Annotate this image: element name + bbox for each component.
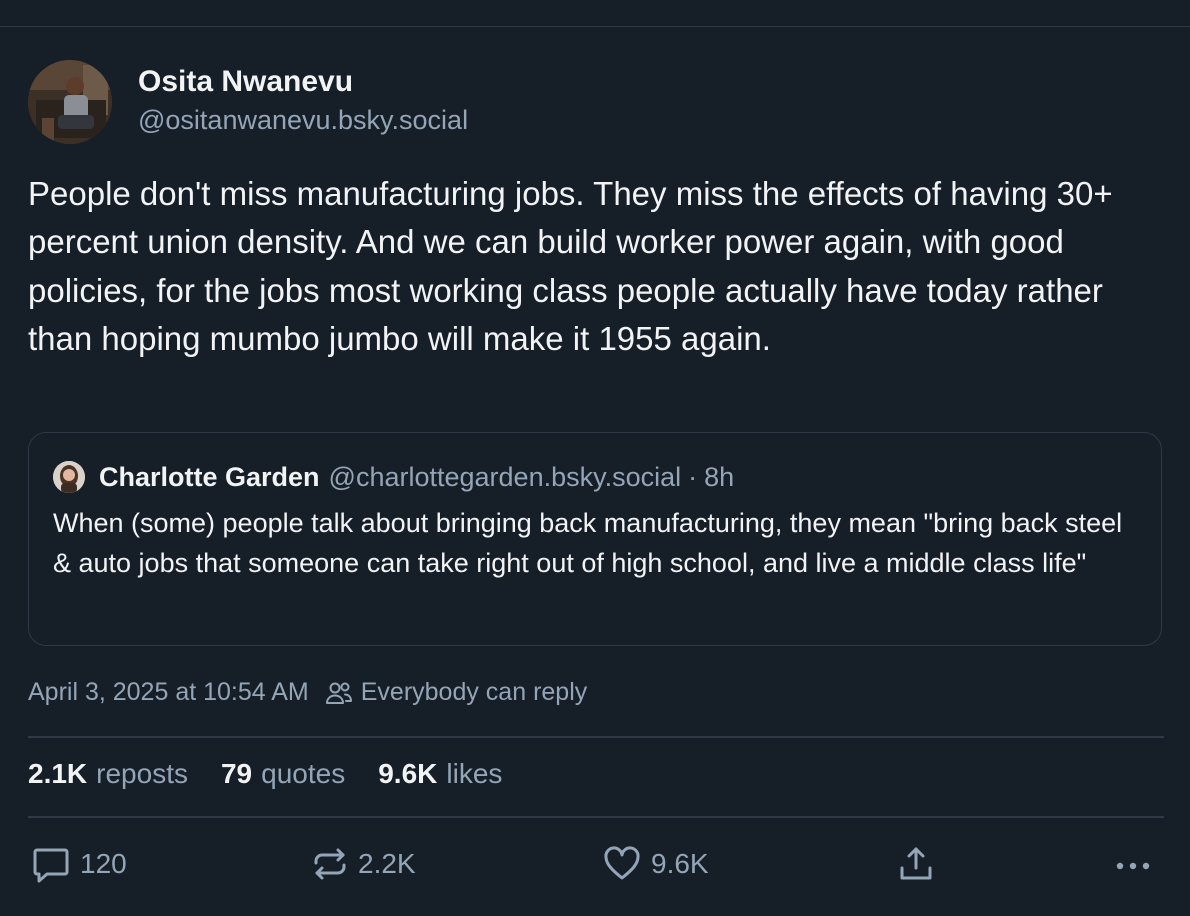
share-button[interactable]: [898, 844, 934, 884]
likes-label: likes: [446, 758, 503, 789]
likes-count: 9.6K: [378, 758, 438, 789]
quoted-post-card[interactable]: Charlotte Garden @charlottegarden.bsky.s…: [28, 432, 1162, 646]
quoted-author-avatar[interactable]: [53, 461, 85, 493]
quotes-count: 79: [220, 758, 253, 789]
more-options-button[interactable]: [1114, 844, 1154, 884]
likes-stat[interactable]: 9.6K likes: [378, 758, 502, 790]
quoted-post-time: 8h: [704, 461, 735, 492]
reposts-stat[interactable]: 2.1K reposts: [28, 758, 188, 790]
post-meta: April 3, 2025 at 10:54 AM Everybody can …: [28, 678, 587, 707]
share-icon: [900, 847, 932, 880]
author-avatar[interactable]: [28, 60, 112, 144]
quoted-author-name[interactable]: Charlotte Garden: [99, 462, 320, 493]
reply-count: 120: [80, 848, 127, 879]
post-author[interactable]: Osita Nwanevu @ositanwanevu.bsky.social: [28, 60, 468, 144]
author-display-name[interactable]: Osita Nwanevu: [138, 62, 468, 102]
post-timestamp: April 3, 2025 at 10:54 AM: [28, 678, 309, 706]
repost-arrows-icon: [314, 848, 346, 880]
top-divider: [0, 26, 1190, 27]
quoted-post-text: When (some) people talk about bringing b…: [53, 508, 1123, 578]
like-button[interactable]: 9.6K: [603, 844, 709, 884]
divider: [28, 816, 1164, 818]
author-handle[interactable]: @ositanwanevu.bsky.social: [138, 102, 468, 138]
speech-bubble-icon: [33, 848, 69, 883]
quoted-author-handle[interactable]: @charlottegarden.bsky.social: [329, 462, 682, 493]
people-icon: [325, 680, 353, 706]
quotes-label: quotes: [261, 758, 346, 789]
reply-button[interactable]: 120: [32, 844, 127, 884]
quotes-stat[interactable]: 79 quotes: [221, 758, 345, 790]
reply-setting[interactable]: Everybody can reply: [361, 678, 588, 707]
ellipsis-icon: [1116, 862, 1150, 870]
post-thread-view: Osita Nwanevu @ositanwanevu.bsky.social …: [0, 0, 1190, 916]
repost-button[interactable]: 2.2K: [312, 844, 416, 884]
quoted-header-separator: ·: [688, 461, 698, 492]
repost-count: 2.2K: [358, 848, 416, 879]
divider: [28, 736, 1164, 738]
reposts-label: reposts: [96, 758, 188, 789]
like-count: 9.6K: [651, 848, 709, 879]
quoted-post-header: Charlotte Garden @charlottegarden.bsky.s…: [53, 461, 734, 493]
post-text: People don't miss manufacturing jobs. Th…: [28, 175, 1113, 358]
reposts-count: 2.1K: [28, 758, 88, 789]
post-stats: 2.1K reposts 79 quotes 9.6K likes: [28, 758, 502, 790]
heart-icon: [604, 846, 640, 880]
